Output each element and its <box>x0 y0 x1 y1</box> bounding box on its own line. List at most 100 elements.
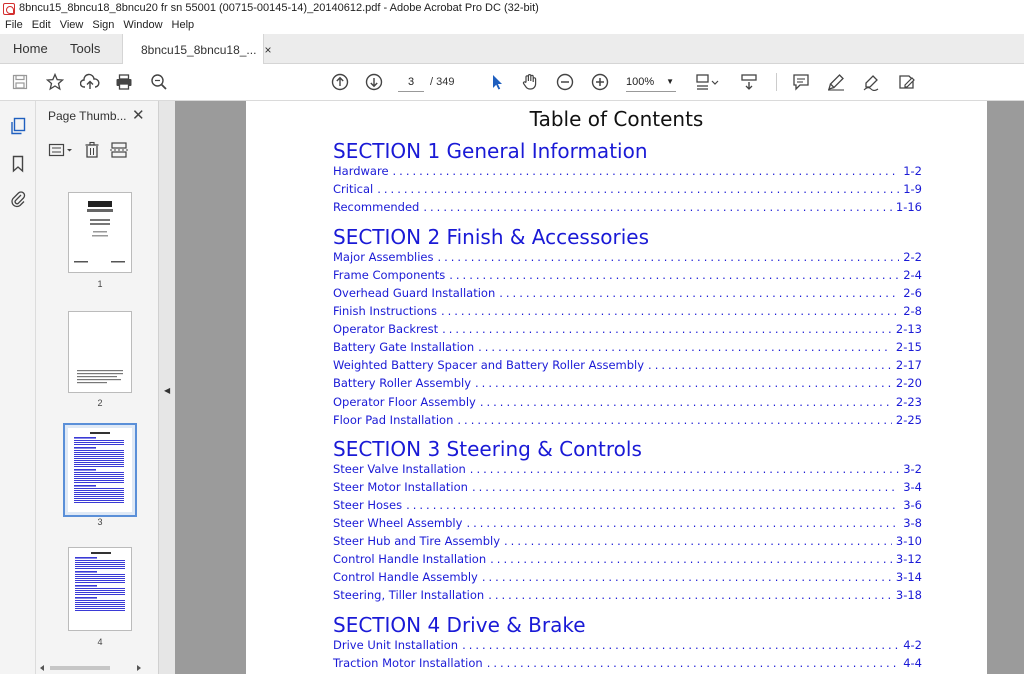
toc-entry[interactable]: Steer Hoses.............................… <box>333 498 922 514</box>
toc-entry[interactable]: Steer Hub and Tire Assembly.............… <box>333 534 922 550</box>
toc-entry[interactable]: Operator Floor Assembly.................… <box>333 395 922 411</box>
page-thumbnail-4[interactable] <box>68 547 132 631</box>
toc-entry[interactable]: Critical................................… <box>333 182 922 198</box>
entry-label: Steering, Tiller Installation <box>333 588 485 602</box>
thumbnail-options-icon[interactable] <box>48 142 74 162</box>
star-icon[interactable] <box>44 71 66 93</box>
delete-page-icon[interactable] <box>84 141 100 163</box>
toc-entry[interactable]: Operator Backrest.......................… <box>333 322 922 338</box>
toc-entry[interactable]: Floor Pad Installation..................… <box>333 413 922 429</box>
tab-close-icon[interactable]: × <box>264 35 271 65</box>
save-icon[interactable] <box>10 71 30 93</box>
comment-icon[interactable] <box>790 71 812 93</box>
scroll-mode-icon[interactable] <box>738 71 760 93</box>
toc-entry[interactable]: Major Assemblies........................… <box>333 250 922 266</box>
thumbnail-label: 2 <box>97 398 103 408</box>
toc-entry[interactable]: Frame Components........................… <box>333 268 922 284</box>
scroll-right-arrow-icon[interactable] <box>137 665 141 671</box>
close-icon[interactable]: ✕ <box>132 106 145 124</box>
entry-label: Steer Wheel Assembly <box>333 516 463 530</box>
page-thumbnail-1[interactable] <box>68 192 132 273</box>
zoom-in-icon[interactable] <box>589 71 611 93</box>
menu-help[interactable]: Help <box>172 17 195 34</box>
thumbnail-label: 3 <box>97 517 103 527</box>
previous-page-icon[interactable] <box>329 71 351 93</box>
scroll-left-arrow-icon[interactable] <box>40 665 44 671</box>
toc-entry[interactable]: Steer Valve Installation................… <box>333 462 922 478</box>
entry-page: 2-23 <box>895 395 922 409</box>
entry-page: 2-6 <box>903 286 922 300</box>
toc-entry[interactable]: Hardware................................… <box>333 164 922 180</box>
page-number-input[interactable]: 3 <box>398 72 424 92</box>
pdf-page: Table of Contents SECTION 1 General Info… <box>246 101 987 674</box>
next-page-icon[interactable] <box>363 71 385 93</box>
window-titlebar: 8bncu15_8bncu18_8bncu20 fr sn 55001 (007… <box>0 0 1024 17</box>
zoom-level-select[interactable]: 100% ▼ <box>626 72 676 92</box>
navigation-rail <box>0 101 36 674</box>
thumbnail-label: 1 <box>97 279 103 289</box>
menu-window[interactable]: Window <box>123 17 162 34</box>
entry-page: 2-4 <box>903 268 922 282</box>
page-thumbnail-3[interactable] <box>63 423 137 517</box>
thumbnail-horizontal-scrollbar[interactable] <box>38 663 157 673</box>
toc-entry[interactable]: Recommended.............................… <box>333 200 922 216</box>
leader-dots: ........................................… <box>437 250 899 264</box>
menu-sign[interactable]: Sign <box>92 17 114 34</box>
page-thumbnails-icon[interactable] <box>9 117 27 135</box>
toc-entry[interactable]: Finish Instructions.....................… <box>333 304 922 320</box>
toc-entry[interactable]: Steer Motor Installation................… <box>333 480 922 496</box>
section-heading[interactable]: SECTION 2 Finish & Accessories <box>333 225 649 249</box>
tab-document[interactable]: 8bncu15_8bncu18_... × <box>122 34 271 65</box>
bookmark-icon[interactable] <box>9 155 27 173</box>
toc-page-preview <box>68 428 132 512</box>
panel-toolbar <box>48 141 128 163</box>
toc-entry[interactable]: Control Handle Installation.............… <box>333 552 922 568</box>
chevron-left-icon: ◀ <box>164 386 171 395</box>
toc-entry[interactable]: Steering, Tiller Installation...........… <box>333 588 922 604</box>
tab-tools[interactable]: Tools <box>58 34 122 64</box>
window-title: 8bncu15_8bncu18_8bncu20 fr sn 55001 (007… <box>19 2 539 14</box>
toc-entry[interactable]: Traction Motor Installation.............… <box>333 656 922 672</box>
toc-entry[interactable]: Battery Gate Installation...............… <box>333 340 922 356</box>
attachment-icon[interactable] <box>9 190 27 208</box>
panel-title: Page Thumb... <box>48 109 127 123</box>
tab-home[interactable]: Home <box>0 34 58 64</box>
select-cursor-icon[interactable] <box>486 71 508 93</box>
print-icon[interactable] <box>113 71 135 93</box>
cover-page-preview <box>74 201 125 263</box>
toc-entry[interactable]: Weighted Battery Spacer and Battery Roll… <box>333 358 922 374</box>
sign-pen-icon[interactable] <box>860 71 882 93</box>
entry-page: 2-2 <box>903 250 922 264</box>
highlight-pen-icon[interactable] <box>825 71 847 93</box>
leader-dots: ........................................… <box>377 182 899 196</box>
hand-tool-icon[interactable] <box>519 71 541 93</box>
leader-dots: ........................................… <box>504 534 892 548</box>
toc-entry[interactable]: Drive Unit Installation.................… <box>333 638 922 654</box>
zoom-out-icon[interactable] <box>554 71 576 93</box>
menu-edit[interactable]: Edit <box>32 17 51 34</box>
upload-cloud-icon[interactable] <box>79 71 101 93</box>
entry-page: 2-20 <box>895 376 922 390</box>
scroll-thumb[interactable] <box>50 666 110 670</box>
toc-entry[interactable]: Control Handle Assembly.................… <box>333 570 922 586</box>
menu-view[interactable]: View <box>60 17 84 34</box>
entry-label: Hardware <box>333 164 389 178</box>
insert-page-icon[interactable] <box>110 141 128 163</box>
fill-sign-icon[interactable] <box>895 71 919 93</box>
document-canvas[interactable]: Table of Contents SECTION 1 General Info… <box>175 101 1024 674</box>
entry-label: Weighted Battery Spacer and Battery Roll… <box>333 358 645 372</box>
toc-entry[interactable]: Overhead Guard Installation.............… <box>333 286 922 302</box>
entry-label: Major Assemblies <box>333 250 434 264</box>
toc-entry[interactable]: Battery Roller Assembly.................… <box>333 376 922 392</box>
zoom-search-icon[interactable] <box>148 71 170 93</box>
text-page-preview <box>77 370 123 384</box>
page-layout-icon[interactable] <box>694 71 722 93</box>
page-thumbnail-2[interactable] <box>68 311 132 393</box>
entry-page: 2-8 <box>903 304 922 318</box>
section-heading[interactable]: SECTION 1 General Information <box>333 139 648 163</box>
menu-file[interactable]: File <box>5 17 23 34</box>
toc-entry[interactable]: Steer Wheel Assembly....................… <box>333 516 922 532</box>
section-heading[interactable]: SECTION 4 Drive & Brake <box>333 613 586 637</box>
section-heading[interactable]: SECTION 3 Steering & Controls <box>333 437 642 461</box>
collapse-panel-handle[interactable]: ◀ <box>159 101 175 674</box>
